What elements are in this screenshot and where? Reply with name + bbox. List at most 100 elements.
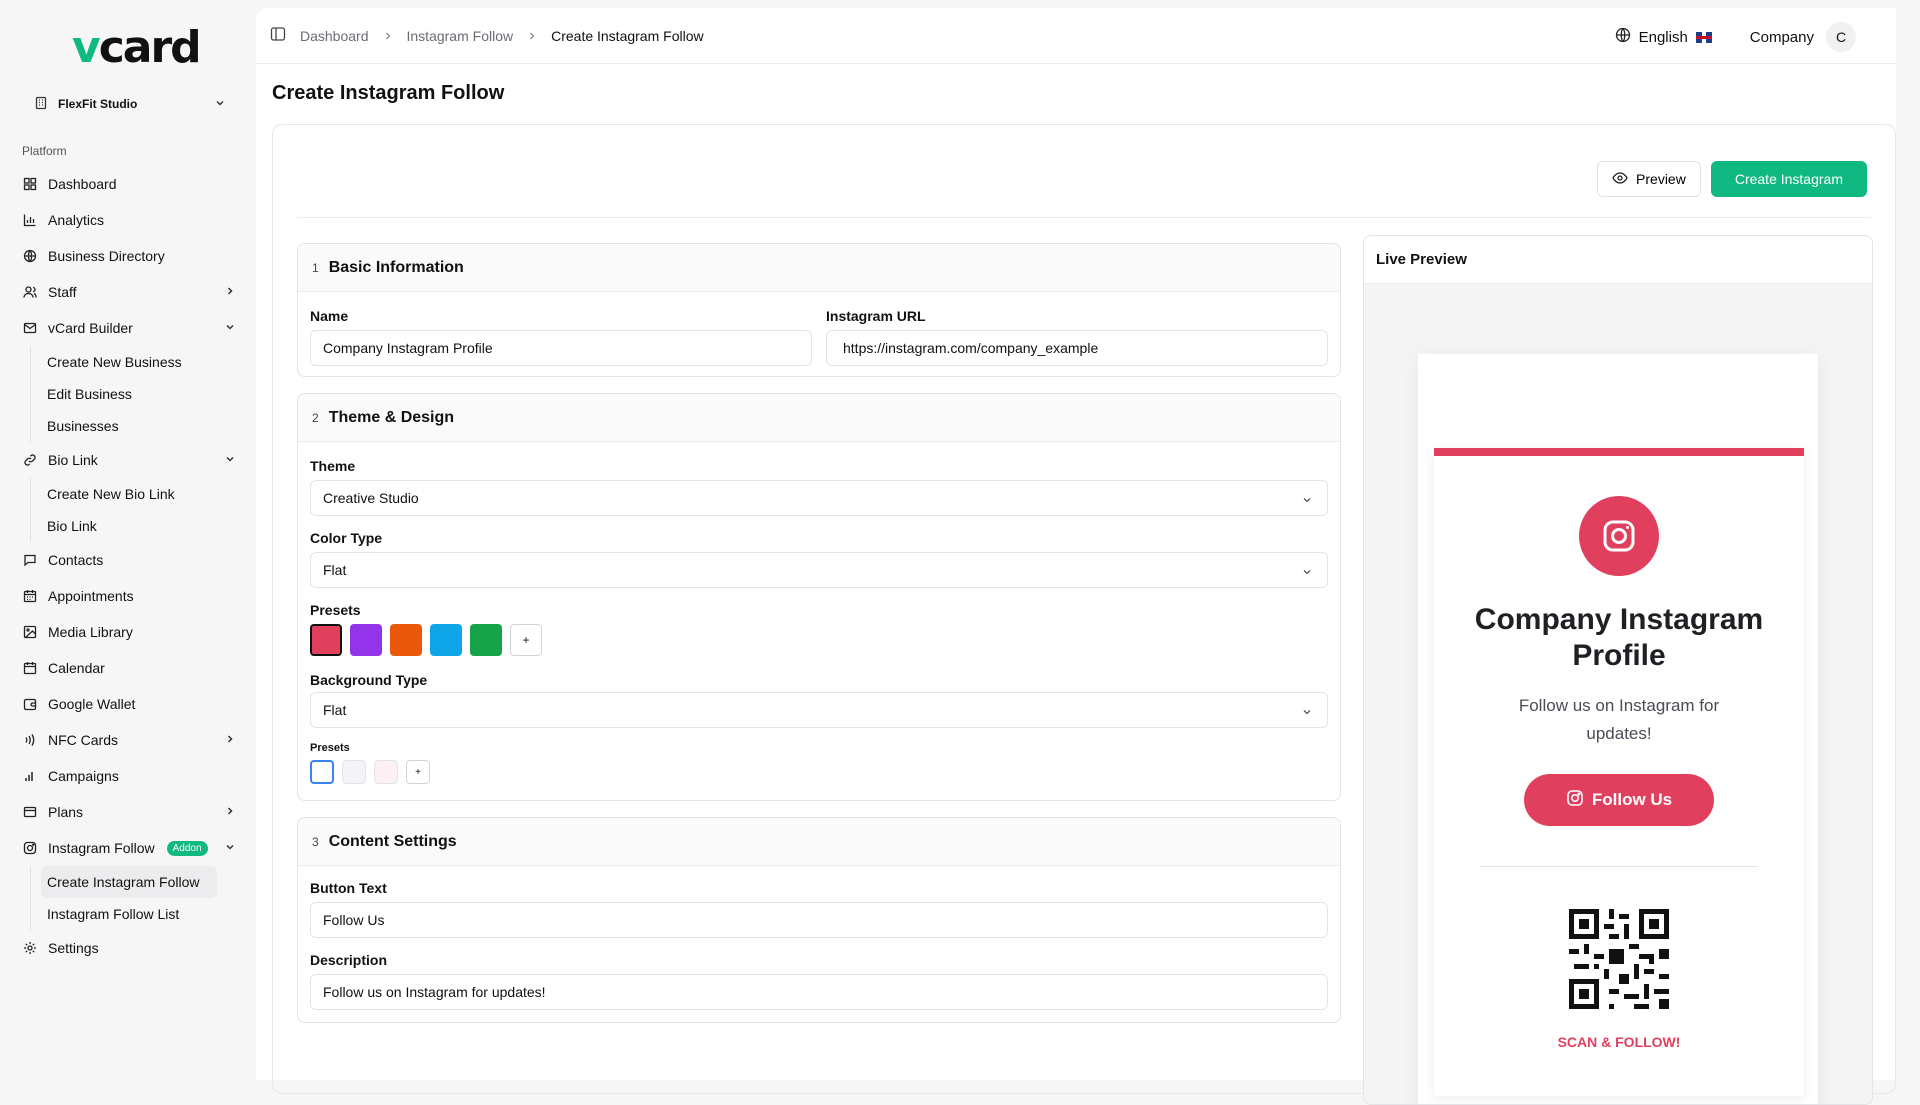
sidebar-subitem[interactable]: Create New Business [41, 346, 244, 378]
sidebar-subitem[interactable]: Create New Bio Link [41, 478, 244, 510]
app-logo[interactable]: vcard [72, 22, 202, 73]
mail-icon [22, 320, 38, 336]
workspace-switcher[interactable]: FlexFit Studio [34, 92, 226, 116]
color-swatch[interactable] [350, 624, 382, 656]
section-header: 1 Basic Information [298, 244, 1340, 292]
sidebar-item-dashboard[interactable]: Dashboard [16, 166, 244, 202]
add-color-button[interactable]: + [510, 624, 542, 656]
breadcrumb: Dashboard Instagram Follow Create Instag… [270, 26, 704, 45]
background-type-label: Background Type [310, 672, 428, 688]
page-title: Create Instagram Follow [272, 82, 505, 104]
sidebar-subitem[interactable]: Instagram Follow List [41, 898, 244, 930]
color-swatch[interactable] [430, 624, 462, 656]
sidebar-item-appointments[interactable]: Appointments [16, 578, 244, 614]
sidebar: vcard FlexFit Studio Platform Dashboard … [0, 0, 256, 1080]
color-type-label: Color Type [310, 530, 383, 546]
add-background-button[interactable]: + [406, 760, 430, 784]
color-type-value: Flat [323, 562, 347, 578]
sidebar-subitem[interactable]: Bio Link [41, 510, 244, 542]
background-type-value: Flat [323, 702, 347, 718]
instagram-url-input[interactable]: https://instagram.com/company_example [826, 330, 1328, 366]
color-swatch[interactable] [390, 624, 422, 656]
button-text-input[interactable]: Follow Us [310, 902, 1328, 938]
sidebar-item-label: Plans [48, 804, 84, 820]
section-title: Content Settings [328, 832, 457, 850]
sidebar-subitem[interactable]: Edit Business [41, 378, 244, 410]
sidebar-item-staff[interactable]: Staff [16, 274, 244, 310]
sidebar-item-google-wallet[interactable]: Google Wallet [16, 686, 244, 722]
chevron-right-icon [224, 284, 236, 300]
sidebar-item-nfc-cards[interactable]: NFC Cards [16, 722, 244, 758]
background-presets-label: Presets [310, 742, 350, 754]
section-number: 1 [312, 260, 319, 275]
color-swatch-selected[interactable] [310, 624, 342, 656]
sidebar-item-label: Instagram Follow [48, 840, 155, 856]
sidebar-item-label: Dashboard [48, 176, 117, 192]
message-icon [22, 552, 38, 568]
globe-icon [22, 248, 38, 264]
preview-follow-button[interactable]: Follow Us [1524, 774, 1714, 826]
background-presets: + [310, 760, 430, 784]
live-preview-panel: Live Preview Company Instagram Profile F… [1363, 235, 1873, 1105]
chevron-down-icon [1301, 493, 1313, 509]
description-input[interactable]: Follow us on Instagram for updates! [310, 974, 1328, 1010]
color-type-select[interactable]: Flat [310, 552, 1328, 588]
sidebar-item-label: Analytics [48, 212, 105, 228]
breadcrumb-item[interactable]: Instagram Follow [407, 28, 514, 44]
sidebar-subitem-active[interactable]: Create Instagram Follow [41, 866, 217, 898]
company-name: Company [1749, 28, 1814, 46]
sidebar-toggle-icon[interactable] [270, 26, 286, 45]
sidebar-item-label: Bio Link [48, 452, 98, 468]
language-selector[interactable]: English [1615, 27, 1712, 47]
gear-icon [22, 940, 38, 956]
presets-label: Presets [310, 602, 361, 618]
company-menu[interactable]: Company C [1750, 22, 1856, 52]
instagram-icon [1566, 789, 1584, 812]
name-input[interactable]: Company Instagram Profile [310, 330, 812, 366]
sidebar-item-analytics[interactable]: Analytics [16, 202, 244, 238]
preview-device: Company Instagram Profile Follow us on I… [1418, 354, 1818, 1104]
chevron-down-icon [1301, 705, 1313, 721]
background-swatch-selected[interactable] [310, 760, 334, 784]
theme-label: Theme [310, 458, 356, 474]
sidebar-item-label: Business Directory [48, 248, 165, 264]
chevron-right-icon [224, 804, 236, 820]
sidebar-item-contacts[interactable]: Contacts [16, 542, 244, 578]
create-instagram-button[interactable]: Create Instagram [1710, 161, 1867, 197]
background-swatch[interactable] [374, 760, 398, 784]
sidebar-item-plans[interactable]: Plans [16, 794, 244, 830]
sidebar-item-label: NFC Cards [48, 732, 119, 748]
chevron-right-icon [224, 732, 236, 748]
preview-card: Company Instagram Profile Follow us on I… [1434, 448, 1804, 1096]
section-number: 2 [312, 410, 319, 425]
sidebar-item-bio-link[interactable]: Bio Link [16, 442, 244, 478]
uk-flag-icon [1695, 31, 1712, 43]
sidebar-item-label: Contacts [48, 552, 104, 568]
instagram-submenu: Create Instagram Follow Instagram Follow… [30, 866, 244, 930]
sidebar-item-business-directory[interactable]: Business Directory [16, 238, 244, 274]
preview-button-label: Preview [1636, 171, 1686, 187]
language-label: English [1638, 28, 1688, 46]
sidebar-item-campaigns[interactable]: Campaigns [16, 758, 244, 794]
chevron-down-icon [214, 97, 226, 112]
sidebar-item-label: Campaigns [48, 768, 119, 784]
breadcrumb-item[interactable]: Dashboard [300, 28, 369, 44]
divider [297, 217, 1871, 218]
sidebar-item-vcard-builder[interactable]: vCard Builder [16, 310, 244, 346]
color-presets: + [310, 624, 542, 656]
sidebar-item-instagram-follow[interactable]: Instagram Follow Addon [16, 830, 244, 866]
addon-badge: Addon [166, 840, 208, 856]
preview-button[interactable]: Preview [1597, 161, 1701, 197]
background-type-select[interactable]: Flat [310, 692, 1328, 728]
sidebar-subitem[interactable]: Businesses [41, 410, 244, 442]
vcard-submenu: Create New Business Edit Business Busine… [30, 346, 244, 442]
theme-select[interactable]: Creative Studio [310, 480, 1328, 516]
sidebar-item-settings[interactable]: Settings [16, 930, 244, 966]
name-label: Name [310, 308, 349, 324]
color-swatch[interactable] [470, 624, 502, 656]
workspace-name: FlexFit Studio [58, 97, 138, 111]
background-swatch[interactable] [342, 760, 366, 784]
sidebar-item-calendar[interactable]: Calendar [16, 650, 244, 686]
sidebar-item-media-library[interactable]: Media Library [16, 614, 244, 650]
live-preview-title: Live Preview [1364, 236, 1872, 284]
